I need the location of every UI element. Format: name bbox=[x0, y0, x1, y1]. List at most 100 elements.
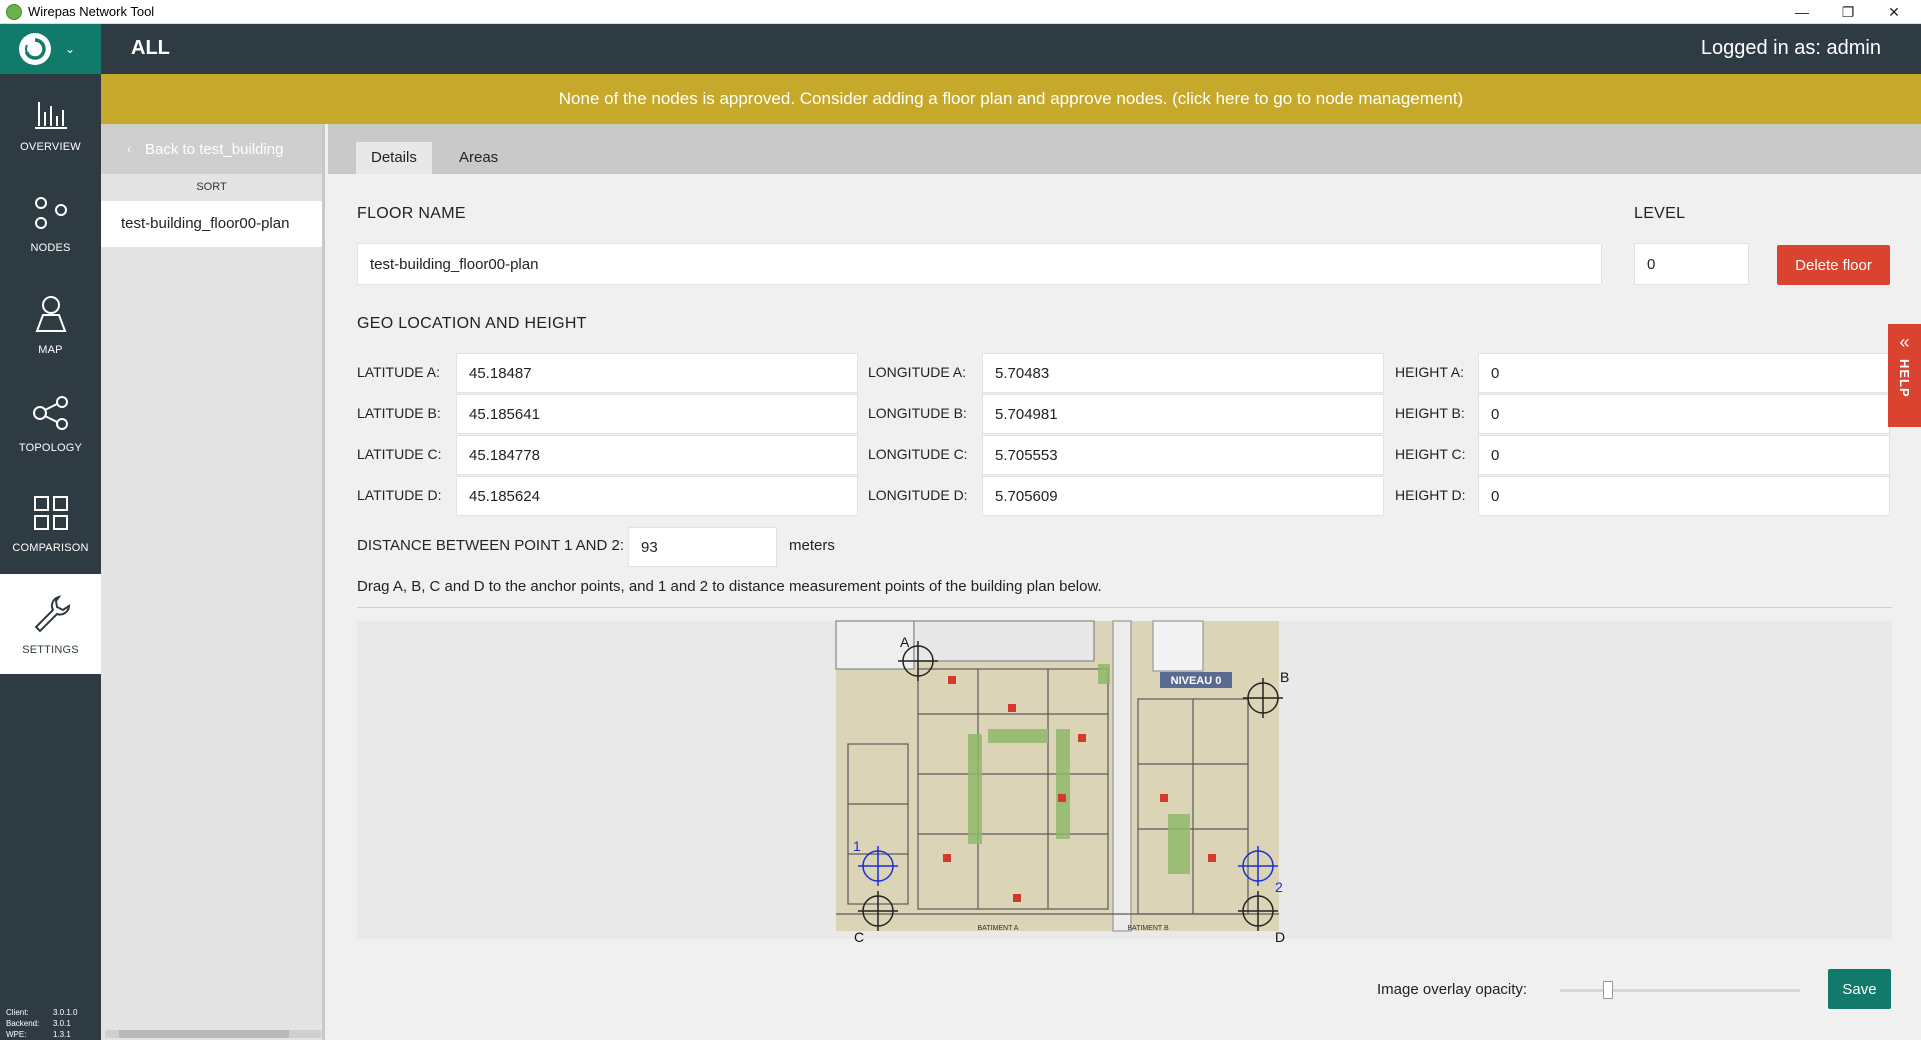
app-menu[interactable]: ⌄ bbox=[0, 24, 101, 74]
height-c-input[interactable]: 0 bbox=[1478, 435, 1890, 475]
floor-details-panel: FLOOR NAME LEVEL test-building_floor00-p… bbox=[328, 174, 1921, 1040]
version-info: Client: 3.0.1.0 Backend: 3.0.1 WPE: 1.3.1 bbox=[6, 1007, 77, 1040]
latitude-b-label: LATITUDE B: bbox=[357, 405, 441, 421]
nav-topology-label: TOPOLOGY bbox=[18, 441, 83, 454]
distance-unit: meters bbox=[789, 537, 835, 554]
nav-nodes[interactable]: NODES bbox=[0, 174, 101, 274]
anchor-b-label: B bbox=[1280, 669, 1289, 685]
double-chevron-left-icon: « bbox=[1899, 332, 1910, 352]
help-label: HELP bbox=[1897, 359, 1912, 398]
anchor-a-label: A bbox=[900, 634, 910, 650]
restore-button[interactable]: ❐ bbox=[1825, 0, 1871, 24]
longitude-d-label: LONGITUDE D: bbox=[868, 487, 968, 503]
client-version: 3.0.1.0 bbox=[53, 1008, 78, 1017]
nav-nodes-label: NODES bbox=[30, 241, 71, 254]
chevron-down-icon: ⌄ bbox=[65, 42, 76, 56]
main-navigation: ⌄ OVERVIEW NODES MAP TOPOLOGY COMPARISON bbox=[0, 24, 101, 1040]
backend-version: 3.0.1 bbox=[53, 1019, 71, 1028]
tab-details[interactable]: Details bbox=[356, 142, 432, 174]
level-badge: NIVEAU 0 bbox=[1171, 675, 1222, 687]
height-d-input[interactable]: 0 bbox=[1478, 476, 1890, 516]
level-heading: LEVEL bbox=[1634, 205, 1686, 222]
save-button[interactable]: Save bbox=[1828, 969, 1891, 1009]
horizontal-scrollbar[interactable] bbox=[105, 1030, 321, 1038]
anchor-c-label: C bbox=[854, 929, 864, 944]
height-b-input[interactable]: 0 bbox=[1478, 394, 1890, 434]
anchor-instructions: Drag A, B, C and D to the anchor points,… bbox=[357, 578, 1102, 595]
client-version-label: Client: bbox=[6, 1008, 29, 1017]
building-b-label: BATIMENT B bbox=[1127, 925, 1169, 932]
close-window-button[interactable]: ✕ bbox=[1871, 0, 1917, 24]
level-input[interactable]: 0 bbox=[1634, 243, 1749, 285]
window-titlebar: Wirepas Network Tool — ❐ ✕ bbox=[0, 0, 1921, 24]
tab-bar: Details Areas bbox=[328, 124, 1921, 174]
nav-comparison-label: COMPARISON bbox=[12, 541, 89, 554]
geo-location-heading: GEO LOCATION AND HEIGHT bbox=[357, 315, 587, 332]
network-scope-selector[interactable]: ALL bbox=[131, 37, 170, 60]
distance-point-2-label: 2 bbox=[1275, 879, 1283, 895]
wrench-icon bbox=[31, 593, 71, 638]
tab-areas[interactable]: Areas bbox=[444, 142, 513, 174]
floor-plan-canvas: NIVEAU 0 BATIMENT A BATIMENT B A B C D 1 bbox=[835, 620, 1289, 944]
latitude-c-input[interactable]: 45.184778 bbox=[456, 435, 858, 475]
latitude-a-input[interactable]: 45.18487 bbox=[456, 353, 858, 393]
delete-floor-button[interactable]: Delete floor bbox=[1777, 245, 1890, 285]
top-header: ALL Logged in as: admin bbox=[101, 24, 1921, 74]
nodes-icon bbox=[33, 195, 69, 236]
opacity-slider-thumb[interactable] bbox=[1603, 981, 1613, 999]
distance-point-1-label: 1 bbox=[853, 838, 861, 854]
nav-settings-label: SETTINGS bbox=[22, 643, 79, 656]
nav-topology[interactable]: TOPOLOGY bbox=[0, 374, 101, 474]
height-a-input[interactable]: 0 bbox=[1478, 353, 1890, 393]
longitude-c-input[interactable]: 5.705553 bbox=[982, 435, 1384, 475]
floor-list-item[interactable]: test-building_floor00-plan bbox=[101, 201, 322, 247]
floor-list-panel: ‹ Back to test_building SORT test-buildi… bbox=[101, 124, 325, 1040]
opacity-slider-track[interactable] bbox=[1560, 989, 1800, 992]
sort-button[interactable]: SORT bbox=[101, 174, 322, 201]
share-icon bbox=[32, 395, 70, 436]
longitude-b-label: LONGITUDE B: bbox=[868, 405, 967, 421]
opacity-label: Image overlay opacity: bbox=[1377, 981, 1528, 998]
longitude-a-input[interactable]: 5.70483 bbox=[982, 353, 1384, 393]
window-title: Wirepas Network Tool bbox=[28, 4, 155, 19]
bar-chart-icon bbox=[33, 96, 69, 135]
grid-icon bbox=[33, 495, 69, 536]
wpe-version-label: WPE: bbox=[6, 1030, 27, 1039]
section-divider bbox=[357, 607, 1892, 608]
building-a-label: BATIMENT A bbox=[978, 925, 1019, 932]
height-b-label: HEIGHT B: bbox=[1395, 405, 1465, 421]
distance-input[interactable]: 93 bbox=[628, 527, 777, 567]
help-tab[interactable]: « HELP bbox=[1888, 324, 1921, 427]
floor-name-heading: FLOOR NAME bbox=[357, 205, 466, 222]
anchor-d-label: D bbox=[1275, 929, 1285, 944]
longitude-c-label: LONGITUDE C: bbox=[868, 446, 968, 462]
latitude-b-input[interactable]: 45.185641 bbox=[456, 394, 858, 434]
chevron-left-icon: ‹ bbox=[127, 142, 131, 156]
distance-label: DISTANCE BETWEEN POINT 1 AND 2: bbox=[357, 537, 624, 554]
latitude-c-label: LATITUDE C: bbox=[357, 446, 442, 462]
longitude-d-input[interactable]: 5.705609 bbox=[982, 476, 1384, 516]
nav-overview[interactable]: OVERVIEW bbox=[0, 74, 101, 174]
app-logo-icon bbox=[6, 3, 22, 20]
minimize-button[interactable]: — bbox=[1779, 0, 1825, 24]
backend-version-label: Backend: bbox=[6, 1019, 40, 1028]
latitude-d-input[interactable]: 45.185624 bbox=[456, 476, 858, 516]
nav-map[interactable]: MAP bbox=[0, 274, 101, 374]
back-link-label: Back to test_building bbox=[145, 140, 284, 158]
floor-name-input[interactable]: test-building_floor00-plan bbox=[357, 243, 1602, 285]
height-d-label: HEIGHT D: bbox=[1395, 487, 1466, 503]
longitude-a-label: LONGITUDE A: bbox=[868, 364, 967, 380]
height-a-label: HEIGHT A: bbox=[1395, 364, 1464, 380]
scrollbar-thumb[interactable] bbox=[119, 1030, 289, 1038]
longitude-b-input[interactable]: 5.704981 bbox=[982, 394, 1384, 434]
height-c-label: HEIGHT C: bbox=[1395, 446, 1466, 462]
logged-in-user: Logged in as: admin bbox=[1700, 37, 1881, 59]
back-to-building-link[interactable]: ‹ Back to test_building bbox=[101, 124, 322, 174]
latitude-a-label: LATITUDE A: bbox=[357, 364, 440, 380]
node-approval-banner[interactable]: None of the nodes is approved. Consider … bbox=[101, 74, 1921, 124]
nav-overview-label: OVERVIEW bbox=[20, 140, 81, 153]
nav-comparison[interactable]: COMPARISON bbox=[0, 474, 101, 574]
wpe-version: 1.3.1 bbox=[53, 1030, 71, 1039]
nav-settings[interactable]: SETTINGS bbox=[0, 574, 101, 674]
wirepas-logo-icon bbox=[19, 33, 51, 65]
